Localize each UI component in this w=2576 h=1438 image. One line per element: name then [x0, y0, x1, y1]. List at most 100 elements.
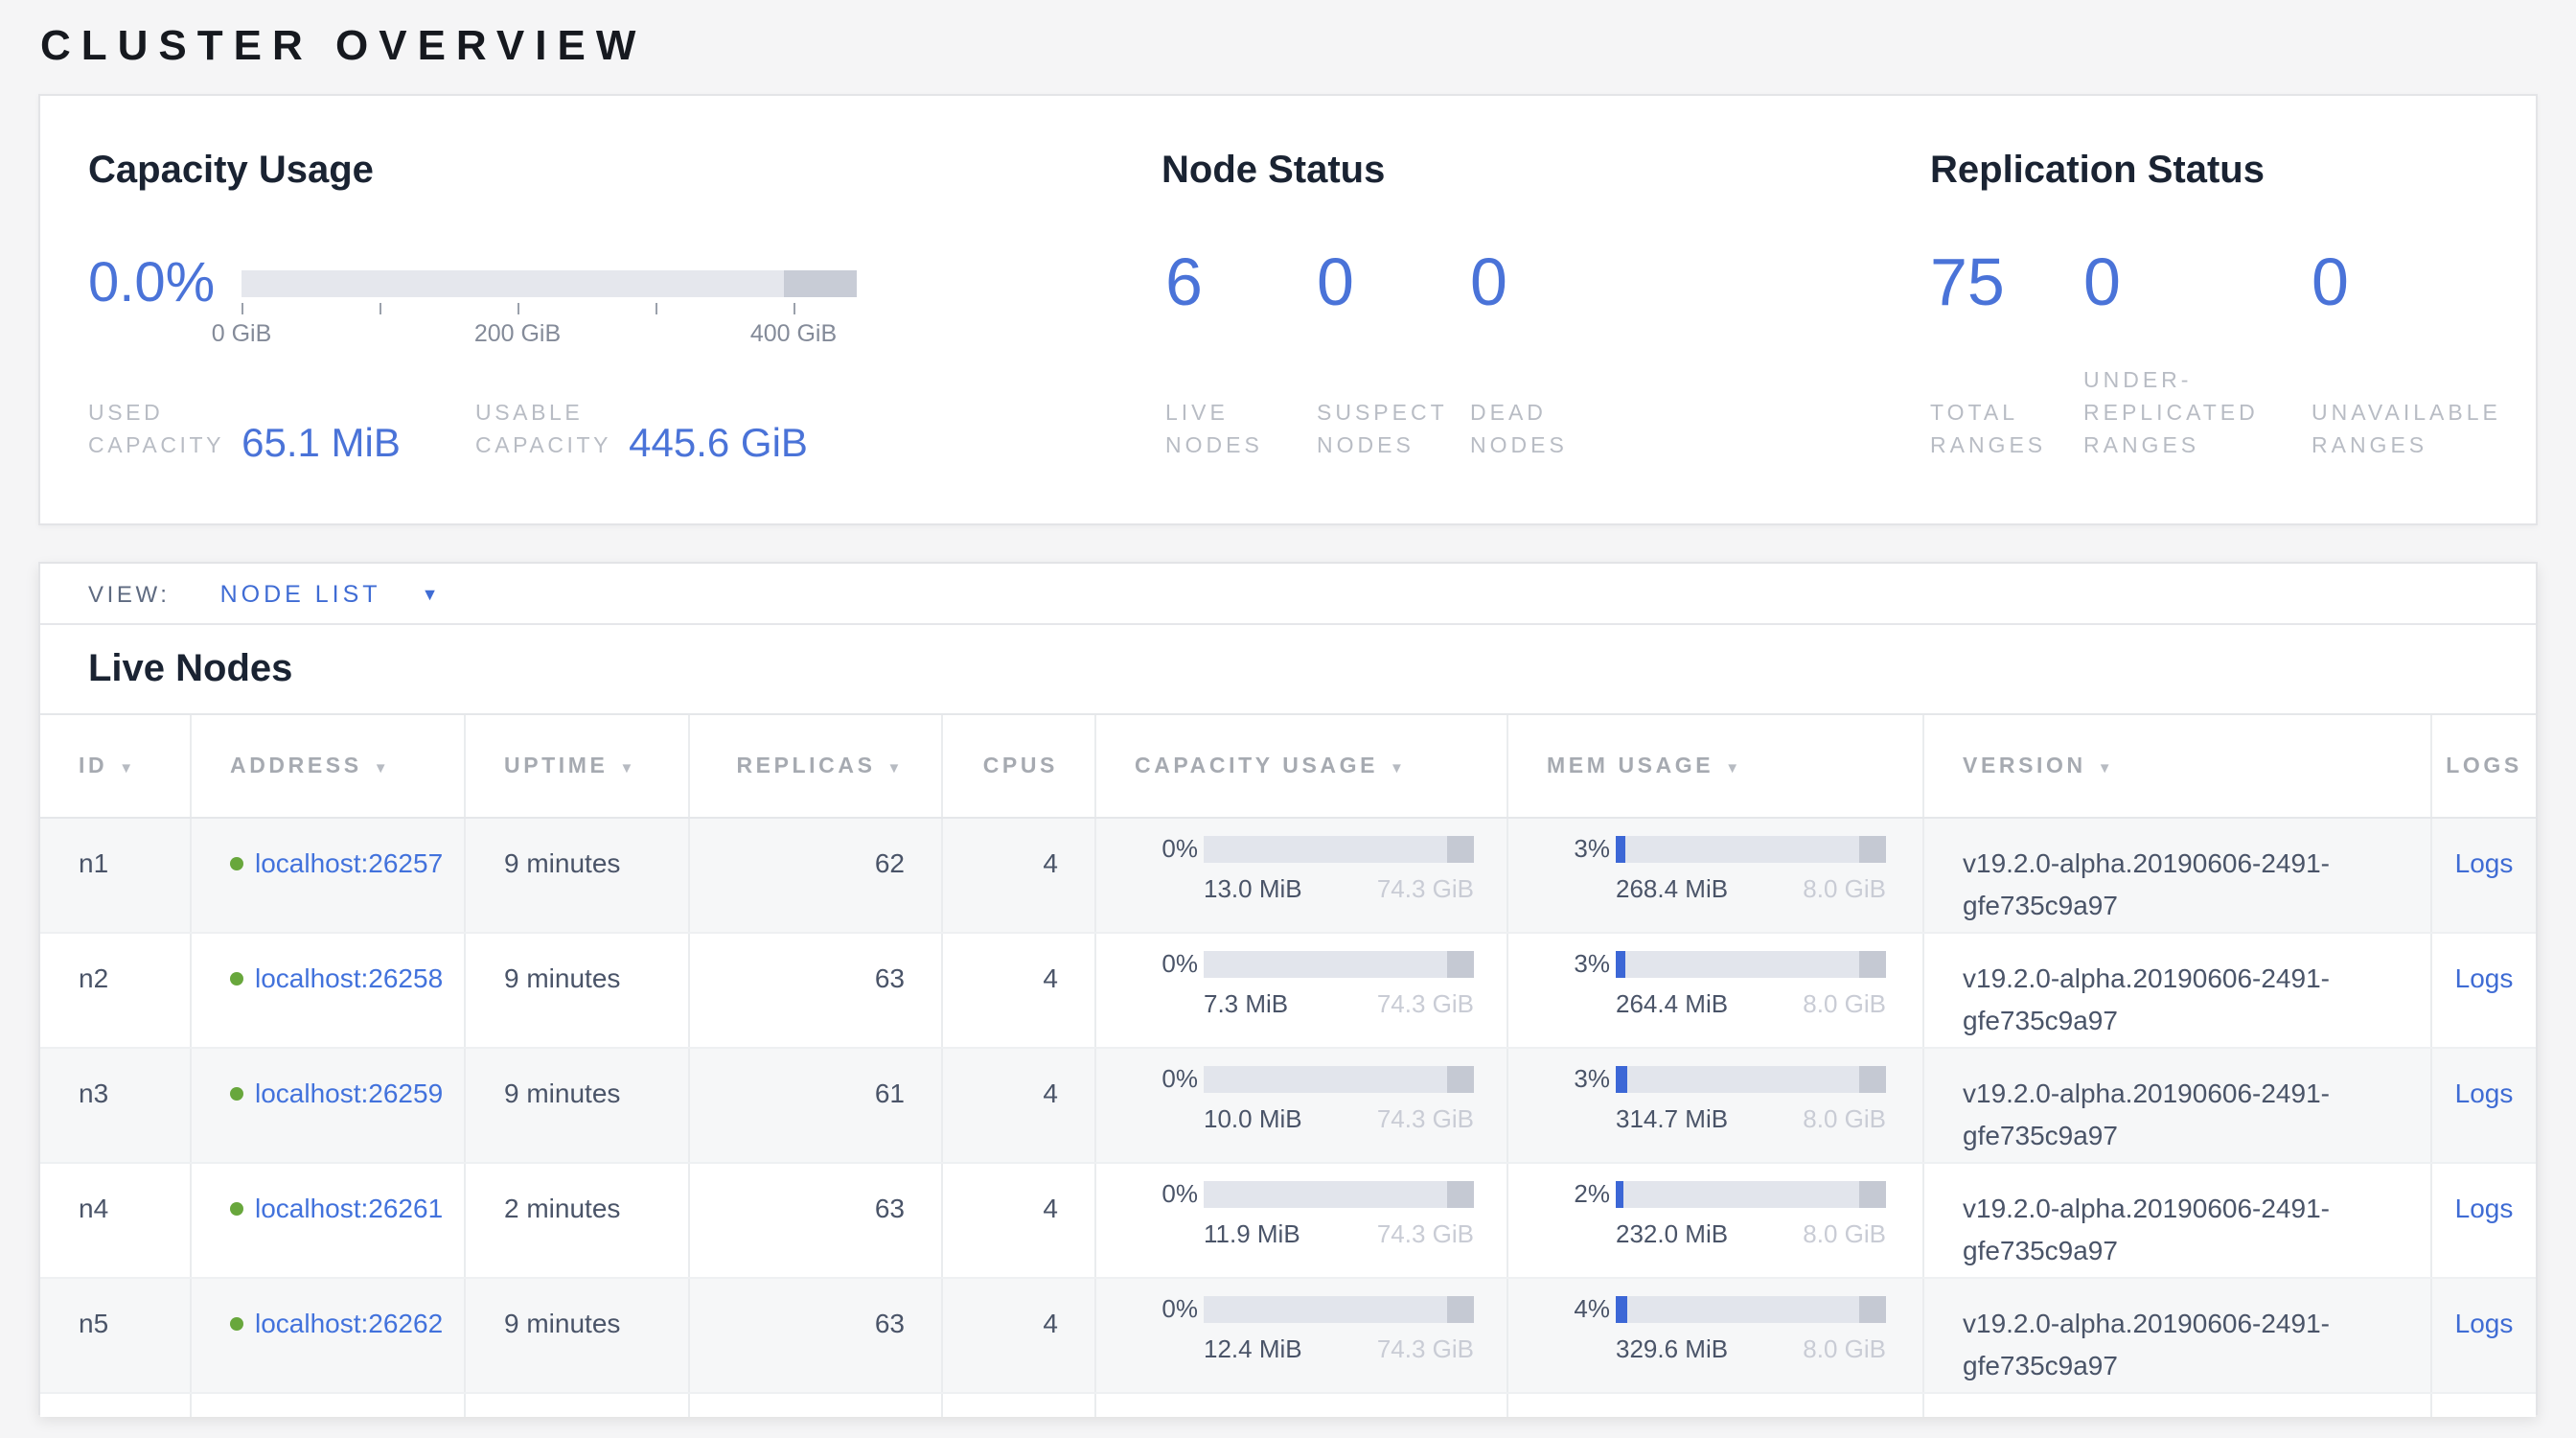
node-logs-cell: Logs [2432, 1279, 2536, 1392]
capacity-usage-cell: 0% 10.0 MiB 74.3 GiB [1096, 1049, 1508, 1162]
node-address-link[interactable]: localhost:26258 [255, 963, 443, 993]
column-header-uptime[interactable]: UPTIME ▼ [466, 715, 690, 817]
node-replicas-cell: 62 [690, 819, 943, 932]
column-header-logs: LOGS [2432, 715, 2536, 817]
mem-usage-cell: 4% 329.6 MiB 8.0 GiB [1508, 1279, 1924, 1392]
suspect-nodes-label: SUSPECT NODES [1317, 399, 1468, 464]
node-logs-link[interactable]: Logs [2455, 1078, 2514, 1108]
column-header-mem-usage[interactable]: MEM USAGE ▼ [1508, 715, 1924, 817]
node-live-status-icon [230, 857, 243, 870]
node-version-cell: v19.2.0-alpha.20190606-2491-gfe735c9a97 [1924, 1164, 2432, 1277]
sort-arrow-icon: ▼ [1390, 759, 1407, 777]
node-version-value: v19.2.0-alpha.20190606-2491-gfe735c9a97 [1963, 842, 2392, 926]
dead-nodes-stat: 0 DEAD NODES [1470, 249, 1622, 464]
column-header-capacity-usage[interactable]: CAPACITY USAGE ▼ [1096, 715, 1508, 817]
column-header-id[interactable]: ID ▼ [40, 715, 192, 817]
capacity-usage-bar [1204, 1181, 1474, 1208]
suspect-nodes-stat: 0 SUSPECT NODES [1317, 249, 1468, 464]
node-address-link[interactable]: localhost:26259 [255, 1078, 443, 1108]
node-replicas-cell: 63 [690, 934, 943, 1047]
node-cpus-cell: 4 [943, 1279, 1096, 1392]
capacity-used-value: 10.0 MiB [1204, 1104, 1302, 1135]
capacity-bar-end-segment [1447, 1296, 1474, 1323]
table-row: n2 localhost:26258 9 minutes 63 4 0% 7.3… [40, 934, 2536, 1049]
total-ranges-label: TOTAL RANGES [1930, 399, 2080, 464]
mem-usage-cell: 3% 268.4 MiB 8.0 GiB [1508, 819, 1924, 932]
node-logs-cell: Logs [2432, 934, 2536, 1047]
chevron-down-icon: ▼ [422, 584, 443, 603]
suspect-nodes-value: 0 [1317, 249, 1468, 318]
mem-bar-end-segment [1859, 951, 1886, 978]
live-nodes-value: 6 [1165, 249, 1317, 318]
dead-nodes-value: 0 [1470, 249, 1622, 318]
node-version-value: v19.2.0-alpha.20190606-2491-gfe735c9a97 [1963, 1072, 2392, 1156]
node-logs-link[interactable]: Logs [2455, 1308, 2514, 1338]
column-header-version[interactable]: VERSION ▼ [1924, 715, 2432, 817]
mem-used-value: 264.4 MiB [1616, 989, 1728, 1020]
capacity-total-value: 74.3 GiB [1377, 874, 1474, 905]
column-header-replicas[interactable]: REPLICAS ▼ [690, 715, 943, 817]
node-address-cell: localhost:26258 [192, 934, 466, 1047]
mem-used-value: 314.7 MiB [1616, 1104, 1728, 1135]
mem-usage-cell: 2% 232.0 MiB 8.0 GiB [1508, 1164, 1924, 1277]
live-nodes-stat: 6 LIVE NODES [1165, 249, 1317, 464]
total-ranges-value: 75 [1930, 249, 2080, 318]
mem-bar-fill [1616, 1296, 1628, 1323]
view-label: VIEW: [88, 580, 171, 607]
mem-total-value: 8.0 GiB [1803, 1104, 1886, 1135]
node-version-cell: v19.2.0-alpha.20190606-2491-gfe735c9a97 [1924, 1279, 2432, 1392]
node-address-link[interactable]: localhost:26261 [255, 1193, 443, 1223]
sort-arrow-icon: ▼ [119, 759, 136, 777]
capacity-bar-end-segment [1447, 951, 1474, 978]
node-id-cell: n2 [40, 934, 192, 1047]
node-logs-link[interactable]: Logs [2455, 963, 2514, 993]
node-replicas-cell: 63 [690, 1279, 943, 1392]
mem-usage-bar [1616, 1296, 1886, 1323]
node-version-cell: v19.2.0-alpha.20190606-2491-gfe735c9a97 [1924, 819, 2432, 932]
cluster-overview-page: CLUSTER OVERVIEW Capacity Usage 0.0% 0 G… [0, 0, 2576, 1438]
under-replicated-ranges-stat: 0 UNDER- REPLICATED RANGES [2083, 249, 2294, 464]
usable-capacity-stat: USABLE CAPACITY 445.6 GiB [475, 399, 808, 464]
axis-tick [242, 303, 243, 314]
axis-tick-label: 400 GiB [750, 320, 837, 347]
capacity-percent: 0% [1156, 951, 1198, 978]
live-nodes-label: LIVE NODES [1165, 399, 1317, 464]
mem-usage-bar [1616, 1066, 1886, 1093]
table-row: n3 localhost:26259 9 minutes 61 4 0% 10.… [40, 1049, 2536, 1164]
node-uptime-cell: 9 minutes [466, 934, 690, 1047]
capacity-total-value: 74.3 GiB [1377, 1104, 1474, 1135]
capacity-usage-cell: 0% 11.9 MiB 74.3 GiB [1096, 1164, 1508, 1277]
capacity-usage-cell: 0% 12.4 MiB 74.3 GiB [1096, 1279, 1508, 1392]
mem-bar-fill [1616, 836, 1625, 863]
node-uptime-cell: 9 minutes [466, 1049, 690, 1162]
capacity-percent: 0% [1156, 1296, 1198, 1323]
column-header-address[interactable]: ADDRESS ▼ [192, 715, 466, 817]
under-replicated-ranges-value: 0 [2083, 249, 2294, 318]
capacity-percent: 0% [1156, 1181, 1198, 1208]
node-logs-link[interactable]: Logs [2455, 1193, 2514, 1223]
mem-total-value: 8.0 GiB [1803, 989, 1886, 1020]
node-address-cell: localhost:26259 [192, 1049, 466, 1162]
node-uptime-cell: 9 minutes [466, 819, 690, 932]
axis-tick [518, 303, 519, 314]
node-address-link[interactable]: localhost:26257 [255, 847, 443, 878]
mem-total-value: 8.0 GiB [1803, 874, 1886, 905]
view-selector-dropdown[interactable]: NODE LIST ▼ [220, 580, 443, 607]
mem-bar-end-segment [1859, 1296, 1886, 1323]
node-replicas-cell: 61 [690, 1049, 943, 1162]
view-selected-value: NODE LIST [220, 580, 381, 607]
axis-tick [794, 303, 795, 314]
mem-used-value: 329.6 MiB [1616, 1334, 1728, 1365]
mem-bar-fill [1616, 951, 1625, 978]
capacity-usage-bar [1204, 1296, 1474, 1323]
table-row: n5 localhost:26262 9 minutes 63 4 0% 12.… [40, 1279, 2536, 1394]
mem-usage-cell: 3% 314.7 MiB 8.0 GiB [1508, 1049, 1924, 1162]
live-nodes-heading: Live Nodes [40, 625, 2536, 713]
table-header-row: ID ▼ ADDRESS ▼ UPTIME ▼ REPLICAS ▼ CPUS … [40, 713, 2536, 819]
node-address-link[interactable]: localhost:26262 [255, 1308, 443, 1338]
node-logs-link[interactable]: Logs [2455, 847, 2514, 878]
sort-arrow-icon: ▼ [374, 759, 391, 777]
capacity-used-value: 11.9 MiB [1204, 1219, 1300, 1250]
capacity-total-value: 74.3 GiB [1377, 1334, 1474, 1365]
node-cpus-cell: 4 [943, 1049, 1096, 1162]
